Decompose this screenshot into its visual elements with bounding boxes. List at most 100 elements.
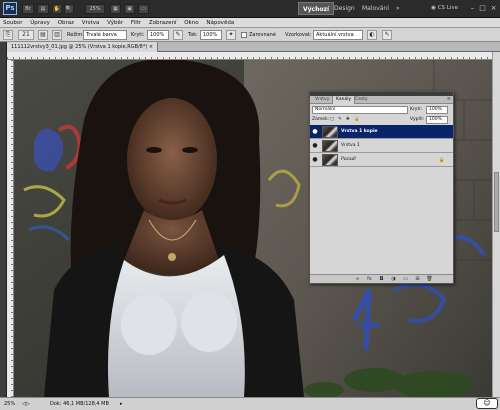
cs-live-label: CS Live xyxy=(437,5,458,11)
layer-row[interactable]: ● Vrstva 1 xyxy=(310,139,453,153)
layer-row[interactable]: ● Vrstva 1 kopie xyxy=(310,125,453,139)
link-layers-icon[interactable]: ∞ xyxy=(354,276,361,283)
view-extras-icon[interactable]: ▦ xyxy=(110,4,121,14)
layer-row[interactable]: ● Pozadí 🔒 xyxy=(310,153,453,167)
opacity-input[interactable]: 100% xyxy=(147,30,169,40)
layers-panel: Vrstvy Kanály Cesty ≡ Normální Krytí: 10… xyxy=(309,91,454,284)
airbrush-icon[interactable]: ✦ xyxy=(226,30,236,40)
status-arrow-icon[interactable]: ▸ xyxy=(120,401,123,408)
status-bar: 25% ◁▷ Dok: 46,1 MB/128,4 MB ▸ xyxy=(0,397,500,410)
mode-label: Režim: xyxy=(67,32,84,38)
tools-panel[interactable] xyxy=(0,42,7,397)
mode-select[interactable]: Trvalé barva xyxy=(83,30,127,40)
lock-transparent-icon[interactable]: ▢ xyxy=(330,117,334,123)
close-button[interactable]: × xyxy=(489,3,498,13)
zoom-tool-icon[interactable]: 🔍 xyxy=(64,4,74,14)
screen-mode-icon[interactable]: ▭ xyxy=(138,4,149,14)
panel-tabs: Vrstvy Kanály Cesty ≡ xyxy=(310,96,453,104)
flow-label: Tok: xyxy=(188,32,198,38)
blend-mode-select[interactable]: Normální xyxy=(312,106,408,114)
corner-badge: ☺ xyxy=(476,398,498,409)
clone-source-panel-icon[interactable]: ▥ xyxy=(52,30,62,40)
blend-row: Normální Krytí: 100% xyxy=(310,105,453,115)
menu-filtr[interactable]: Filtr xyxy=(128,18,144,28)
document-tab-bar: 111112vrstvy3_01.jpg @ 25% (Vrstva 1 kop… xyxy=(7,42,500,52)
adjustment-layer-icon[interactable]: ◑ xyxy=(390,276,397,283)
layer-name: Vrstva 1 xyxy=(341,143,360,148)
lock-image-icon[interactable]: ✎ xyxy=(338,117,342,123)
brush-preset-picker[interactable]: 21 xyxy=(18,30,34,40)
hand-tool-icon[interactable]: ✋ xyxy=(52,4,62,14)
cs-live-button[interactable]: ◉ CS Live xyxy=(431,3,458,14)
vertical-ruler xyxy=(7,60,14,397)
layer-style-icon[interactable]: fx xyxy=(366,276,373,283)
pressure-opacity-icon[interactable]: ✎ xyxy=(173,30,183,40)
pressure-size-icon[interactable]: ✎ xyxy=(382,30,392,40)
layer-opacity-input[interactable]: 100% xyxy=(426,106,448,114)
menu-vrstva[interactable]: Vrstva xyxy=(79,18,103,28)
fill-label: Výplň: xyxy=(410,117,425,122)
sample-select[interactable]: Aktuální vrstva xyxy=(313,30,363,40)
layers-footer: ∞ fx ◘ ◑ ▭ ⊞ 🗑 xyxy=(310,274,453,283)
status-zoom[interactable]: 25% xyxy=(4,401,15,408)
lock-all-icon[interactable]: 🔒 xyxy=(354,117,360,123)
workspace-design[interactable]: Design xyxy=(330,2,359,15)
workspace-more-button[interactable]: » xyxy=(392,2,404,15)
lock-row: Zámek: ▢ ✎ ✥ 🔒 Výplň: 100% xyxy=(310,115,453,125)
layer-name: Vrstva 1 kopie xyxy=(341,129,378,134)
lock-position-icon[interactable]: ✥ xyxy=(346,117,350,123)
menu-obraz[interactable]: Obraz xyxy=(55,18,77,28)
arrange-documents-icon[interactable]: ▣ xyxy=(124,4,135,14)
menu-okno[interactable]: Okno xyxy=(181,18,201,28)
visibility-eye-icon[interactable]: ● xyxy=(312,157,318,163)
application-bar: Ps Br ▤ ✋ 🔍 25% ▦ ▣ ▭ Výchozí Design Mal… xyxy=(0,0,500,18)
layer-thumbnail xyxy=(322,126,338,138)
sample-label: Vzorkovat: xyxy=(285,32,312,38)
launch-bridge-button[interactable]: Br xyxy=(22,4,34,14)
flow-input[interactable]: 100% xyxy=(200,30,222,40)
opacity-label: Krytí: xyxy=(131,32,145,38)
menu-vyber[interactable]: Výběr xyxy=(104,18,126,28)
add-mask-icon[interactable]: ◘ xyxy=(378,276,385,283)
menu-upravy[interactable]: Úpravy xyxy=(27,18,53,28)
launch-minibridge-button[interactable]: ▤ xyxy=(37,4,49,14)
ignore-adjustment-layers-icon[interactable]: ◐ xyxy=(367,30,377,40)
menu-zobrazeni[interactable]: Zobrazení xyxy=(146,18,180,28)
document-tab[interactable]: 111112vrstvy3_01.jpg @ 25% (Vrstva 1 kop… xyxy=(7,42,159,52)
visibility-eye-icon[interactable]: ● xyxy=(312,143,318,149)
delete-layer-icon[interactable]: 🗑 xyxy=(426,276,433,283)
tab-vrstvy[interactable]: Vrstvy xyxy=(312,96,332,104)
clone-stamp-tool-icon[interactable]: ⎘ xyxy=(3,30,13,40)
layer-name: Pozadí xyxy=(341,157,356,162)
visibility-eye-icon[interactable]: ● xyxy=(312,129,318,135)
new-layer-icon[interactable]: ⊞ xyxy=(414,276,421,283)
horizontal-ruler xyxy=(7,52,492,60)
zoom-level-select[interactable]: 25% xyxy=(85,4,105,14)
tab-cesty[interactable]: Cesty xyxy=(352,96,371,104)
workspace-vychozi[interactable]: Výchozí xyxy=(298,2,335,15)
panel-menu-icon[interactable]: ≡ xyxy=(444,96,454,104)
minimize-button[interactable]: – xyxy=(468,3,477,13)
menu-napoveda[interactable]: Nápověda xyxy=(203,18,237,28)
workspace-malovani[interactable]: Malování xyxy=(358,2,393,15)
new-group-icon[interactable]: ▭ xyxy=(402,276,409,283)
options-bar: ⎘ 21 ▤ ▥ Režim: Trvalé barva Krytí: 100%… xyxy=(0,28,500,42)
status-nav-icon[interactable]: ◁▷ xyxy=(22,401,30,408)
scrollbar-thumb[interactable] xyxy=(494,172,499,232)
photoshop-window: Ps Br ▤ ✋ 🔍 25% ▦ ▣ ▭ Výchozí Design Mal… xyxy=(0,0,500,410)
layer-opacity-label: Krytí: xyxy=(410,107,422,112)
vertical-scrollbar[interactable] xyxy=(492,52,500,397)
lock-label: Zámek: xyxy=(312,117,330,122)
aligned-checkbox[interactable] xyxy=(241,32,247,38)
lock-icon: 🔒 xyxy=(438,157,445,163)
photoshop-logo-icon: Ps xyxy=(3,2,17,15)
brush-size: 21 xyxy=(22,31,30,38)
maximize-button[interactable]: □ xyxy=(478,3,487,13)
status-doc-info: Dok: 46,1 MB/128,4 MB xyxy=(50,401,109,407)
menu-bar: Soubor Úpravy Obraz Vrstva Výběr Filtr Z… xyxy=(0,18,500,28)
layer-thumbnail xyxy=(322,140,338,152)
fill-input[interactable]: 100% xyxy=(426,116,448,124)
toggle-brush-panel-icon[interactable]: ▤ xyxy=(38,30,48,40)
menu-soubor[interactable]: Soubor xyxy=(0,18,25,28)
aligned-label: Zarovnané xyxy=(249,32,276,38)
